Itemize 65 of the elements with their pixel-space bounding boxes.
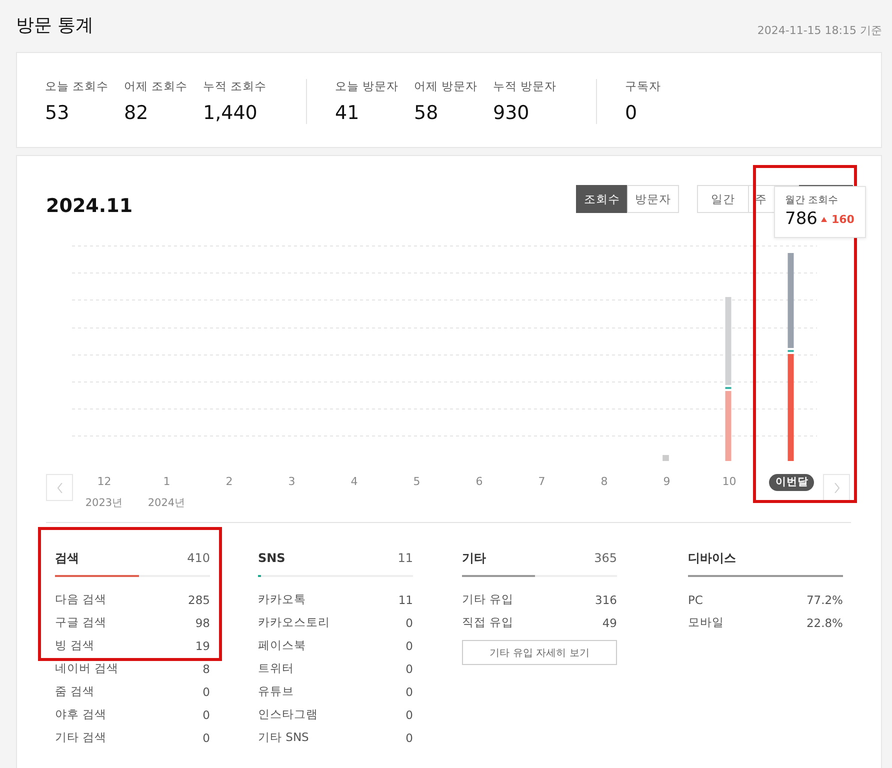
source-label: 기타 검색 [55,730,107,745]
page-title: 방문 통계 [16,14,94,37]
stat-value: 58 [414,102,440,124]
source-label: 줌 검색 [55,684,95,699]
stat-label: 누적 방문자 [493,78,558,94]
stat-label: 어제 방문자 [414,78,479,94]
year-label: 2024년 [148,496,186,510]
stat-value: 82 [124,102,150,124]
year-label: 2023년 [85,496,124,510]
source-value: 0 [202,684,210,698]
stat-value: 930 [493,102,530,124]
source-group-total: 11 [398,551,413,565]
source-group-title: SNS [258,551,286,565]
source-value: 0 [406,708,413,722]
source-value: 8 [202,662,210,676]
source-label: 야후 검색 [55,707,107,722]
stat-label: 누적 조회수 [203,78,268,94]
stat-value: 1,440 [203,102,258,124]
source-label: 빙 검색 [55,638,95,653]
source-value: 0 [406,730,413,744]
source-label: 카카오스토리 [258,615,330,630]
stat-label: 오늘 방문자 [335,78,400,94]
period-title: 2024.11 [46,195,133,217]
source-value: 285 [188,592,210,606]
source-label: 기타 SNS [258,730,309,745]
stat-label: 구독자 [625,78,662,94]
source-group-title: 디바이스 [688,550,736,566]
source-label: 구글 검색 [55,615,107,630]
source-group-title: 검색 [55,550,79,566]
source-group-total: 410 [187,551,210,565]
stat-value: 0 [625,102,638,124]
source-label: 모바일 [688,615,724,630]
source-value: 49 [602,616,617,630]
source-value: 11 [398,592,413,606]
source-value: 22.8% [806,616,843,630]
updated-time: 2024-11-15 18:15 기준 [757,22,882,38]
source-group-total: 365 [594,551,617,565]
source-value: 0 [202,730,210,744]
source-value: 316 [595,592,617,606]
source-label: 트위터 [258,661,294,676]
source-label: 다음 검색 [55,592,107,607]
source-label: 카카오톡 [258,592,306,607]
source-value: 77.2% [806,592,843,606]
source-label: 직접 유입 [462,615,514,630]
stat-value: 41 [335,102,360,124]
stat-label: 어제 조회수 [124,78,189,94]
tooltip-change: 160 [831,212,854,226]
source-label: PC [688,592,703,606]
source-value: 98 [195,616,210,630]
source-value: 0 [406,638,413,652]
source-value: 0 [406,684,413,698]
source-value: 0 [202,708,210,722]
source-value: 0 [406,662,413,676]
source-value: 0 [406,616,413,630]
source-label: 페이스북 [258,638,306,653]
tooltip-value: 786 [785,209,818,229]
source-label: 네이버 검색 [55,661,119,676]
source-label: 유튜브 [258,684,294,699]
source-value: 19 [195,638,210,652]
source-label: 인스타그램 [258,707,318,722]
stat-label: 오늘 조회수 [45,78,110,94]
source-group-title: 기타 [462,550,486,566]
stat-value: 53 [45,102,70,124]
tooltip-title: 월간 조회수 [785,194,840,207]
source-label: 기타 유입 [462,592,514,607]
